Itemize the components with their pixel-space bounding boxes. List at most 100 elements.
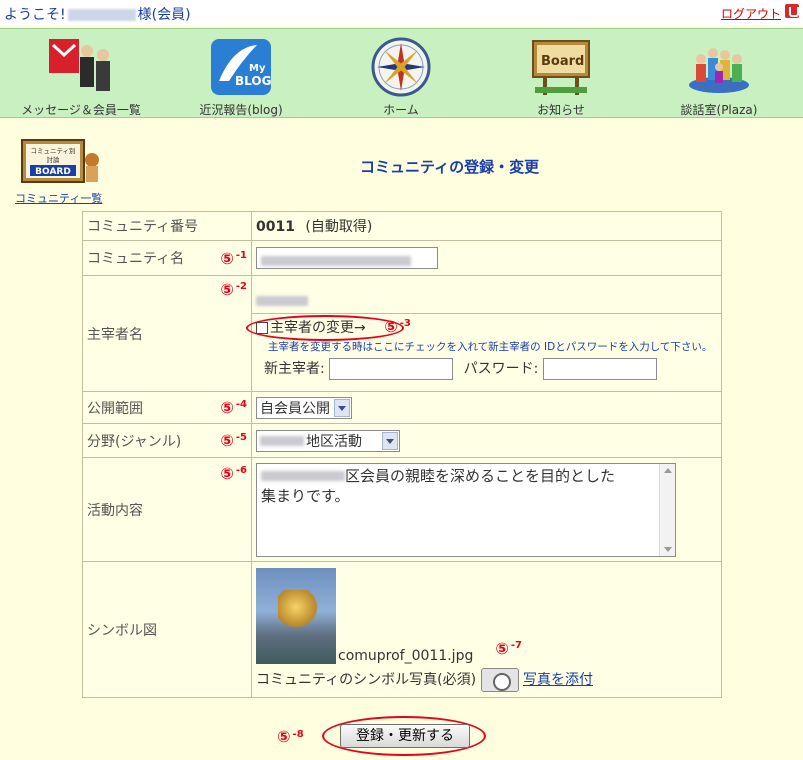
nav-item-blog[interactable]: My BLOG 近況報告(blog)	[166, 37, 316, 117]
nav-label: 談話室(Plaza)	[680, 103, 758, 117]
top-bar: ようこそ! 様(会員) ログアウト	[0, 0, 803, 26]
message-members-icon	[49, 39, 110, 91]
nav-label: ホーム	[383, 103, 419, 117]
annotation-circle: ⑤	[220, 280, 234, 299]
annotation-circle: ⑤	[220, 398, 234, 417]
community-name-label: コミュニティ名	[87, 251, 185, 267]
activity-label: 活動内容	[87, 502, 143, 519]
page-title: コミュニティの登録・変更	[360, 158, 540, 176]
annotation-4: -4	[235, 399, 247, 411]
community-no-note: (自動取得)	[305, 219, 373, 235]
logo-line3: BOARD	[35, 167, 71, 177]
symbol-cell: comuprof_0011.jpg ⑤ -7 コミュニティのシンボル写真(必須) …	[251, 561, 722, 698]
scope-select[interactable]: 自会員公開	[256, 396, 352, 419]
plaza-icon	[689, 48, 749, 93]
welcome-suffix: 様(会員)	[137, 7, 191, 23]
nav-item-messages[interactable]: メッセージ＆会員一覧	[6, 37, 156, 117]
nav-label: 近況報告(blog)	[199, 103, 283, 117]
symbol-caption: コミュニティのシンボル写真(必須)	[256, 671, 477, 688]
row-community-name: コミュニティ名 ⑤ -1	[82, 240, 722, 276]
nav-label: お知らせ	[537, 103, 585, 117]
row-host: 主宰者名 ⑤ -2 主宰者の変更→ ⑤ -3 主宰者を変更する時はここにチェックを入…	[82, 275, 722, 392]
community-no-value: 0011	[256, 219, 295, 235]
row-activity: 活動内容 ⑤ -6 区会員の親睦を深めることを目的とした 集まりです。	[82, 457, 722, 562]
welcome-text: ようこそ! 様(会員)	[4, 4, 191, 24]
attach-photo-link[interactable]: 写真を添付	[523, 672, 593, 688]
genre-cell: 地区活動	[251, 423, 722, 458]
nav-item-notices[interactable]: Board お知らせ	[486, 37, 636, 117]
nav-label: メッセージ＆会員一覧	[21, 103, 141, 117]
chevron-down-icon[interactable]	[334, 398, 350, 417]
community-board-logo[interactable]: コミュニティ別 討論 BOARD	[20, 136, 100, 186]
annotation-6: -6	[235, 465, 247, 477]
annotation-2: -2	[235, 281, 247, 293]
chevron-down-icon[interactable]	[382, 431, 398, 450]
host-cell: 主宰者の変更→ ⑤ -3 主宰者を変更する時はここにチェックを入れて新主宰者の I…	[246, 275, 722, 392]
board-icon: Board	[532, 40, 590, 95]
annotation-1: -1	[235, 249, 247, 261]
host-change-area: 主宰者の変更→ ⑤ -3 主宰者を変更する時はここにチェックを入れて新主宰者の I…	[246, 314, 721, 380]
register-update-button[interactable]: 登録・更新する	[340, 724, 470, 748]
genre-label-cell: 分野(ジャンル) ⑤ -5	[82, 423, 252, 458]
community-name-cell	[251, 240, 722, 276]
blog-icon: My BLOG	[211, 39, 271, 95]
annotation-7: -7	[510, 639, 523, 651]
activity-textarea[interactable]: 区会員の親睦を深めることを目的とした 集まりです。	[256, 462, 676, 557]
camera-icon[interactable]	[480, 667, 519, 692]
password-label: パスワード:	[463, 360, 539, 377]
new-host-label: 新主宰者:	[264, 360, 325, 377]
blog-badge-bottom: BLOG	[235, 74, 271, 88]
compass-icon	[371, 37, 431, 97]
golden-dolphin-image	[278, 589, 318, 628]
community-name-input[interactable]	[256, 247, 438, 269]
annotation-8: -8	[292, 728, 304, 740]
activity-cell: 区会員の親睦を深めることを目的とした 集まりです。	[251, 457, 722, 562]
textarea-scrollbar[interactable]	[659, 463, 675, 556]
logout-link[interactable]: ログアウト	[721, 5, 781, 22]
activity-label-cell: 活動内容 ⑤ -6	[82, 457, 252, 562]
row-community-no: コミュニティ番号 0011 (自動取得)	[82, 211, 722, 241]
annotation-circle: ⑤	[220, 248, 234, 268]
password-input[interactable]	[542, 357, 657, 380]
annotation-5: -5	[235, 432, 247, 444]
current-host	[252, 288, 721, 314]
annotation-circle: ⑤	[495, 638, 509, 658]
community-list-link[interactable]: コミュニティ一覧	[15, 190, 102, 206]
activity-line1: 区会員の親睦を深めることを目的とした	[345, 466, 616, 485]
host-change-note: 主宰者を変更する時はここにチェックを入れて新主宰者の IDとパスワードを入力して…	[268, 340, 713, 353]
user-name-redacted	[67, 9, 136, 21]
row-scope: 公開範囲 ⑤ -4 自会員公開	[82, 391, 722, 424]
symbol-label: シンボル図	[82, 561, 252, 698]
new-host-input[interactable]	[329, 357, 454, 380]
row-symbol: シンボル図 comuprof_0011.jpg ⑤ -7 コミュニティのシンボル写…	[82, 561, 722, 698]
community-form: コミュニティ番号 0011 (自動取得) コミュニティ名 ⑤ -1 主宰者名 ⑤ -2…	[82, 211, 722, 698]
new-host-fields: 新主宰者: パスワード:	[256, 357, 717, 380]
logo-line2: 討論	[47, 155, 61, 164]
main-nav: メッセージ＆会員一覧 My BLOG 近況報告(blog) ホーム Board	[0, 28, 803, 118]
board-sign-text: Board	[541, 54, 584, 69]
community-no-cell: 0011 (自動取得)	[251, 211, 722, 241]
scope-cell: 自会員公開	[251, 391, 722, 424]
welcome-prefix: ようこそ!	[4, 7, 66, 23]
row-genre: 分野(ジャンル) ⑤ -5 地区活動	[82, 423, 722, 458]
scope-label: 公開範囲	[87, 400, 143, 417]
logo-line1: コミュニティ別	[30, 146, 75, 155]
community-no-label: コミュニティ番号	[82, 211, 252, 241]
nav-item-plaza[interactable]: 談話室(Plaza)	[644, 37, 794, 117]
highlight-oval	[246, 314, 404, 341]
activity-line2: 集まりです。	[261, 486, 350, 505]
blog-badge-top: My	[249, 63, 266, 74]
nav-item-home[interactable]: ホーム	[326, 37, 476, 117]
logout-icon[interactable]	[785, 4, 799, 18]
genre-value: 地区活動	[306, 433, 362, 450]
host-label: 主宰者名	[87, 326, 143, 343]
genre-select[interactable]: 地区活動	[256, 429, 400, 452]
genre-label: 分野(ジャンル)	[87, 433, 182, 450]
scope-label-cell: 公開範囲 ⑤ -4	[82, 391, 252, 424]
symbol-filename: comuprof_0011.jpg	[338, 647, 474, 664]
annotation-circle: ⑤	[220, 464, 234, 483]
community-name-label-cell: コミュニティ名 ⑤ -1	[82, 240, 252, 276]
annotation-circle: ⑤	[220, 431, 234, 450]
scope-value: 自会員公開	[260, 400, 330, 417]
host-label-cell: 主宰者名 ⑤ -2	[82, 275, 252, 392]
